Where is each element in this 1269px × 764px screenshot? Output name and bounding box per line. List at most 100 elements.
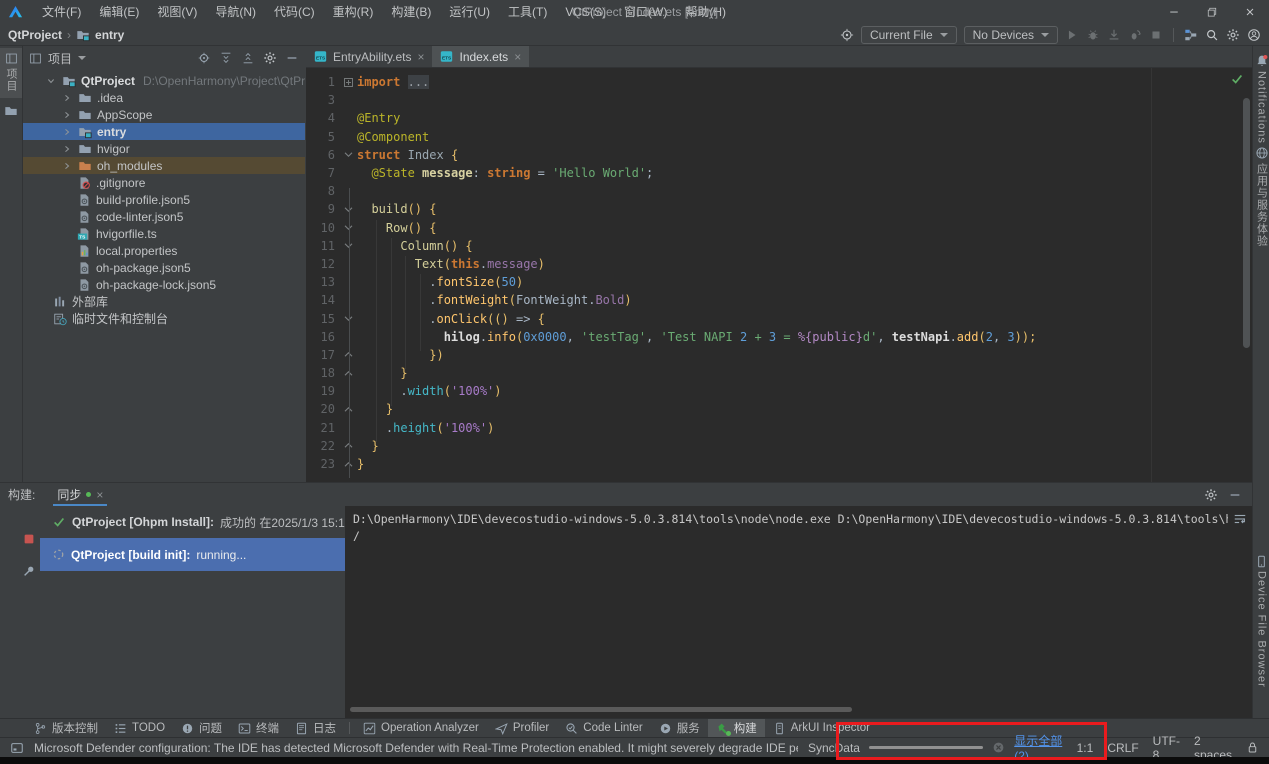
menu-item-7[interactable]: 运行(U) <box>440 0 499 24</box>
inspections-ok-icon[interactable] <box>1230 72 1244 86</box>
hide-build-panel-icon[interactable] <box>1228 488 1242 502</box>
code-line-6[interactable]: 6struct Index { <box>306 146 1252 164</box>
menu-item-2[interactable]: 视图(V) <box>148 0 206 24</box>
tool-window-button--[interactable]: 版本控制 <box>26 719 106 738</box>
settings-button[interactable] <box>1226 28 1240 42</box>
device-manager-icon[interactable] <box>840 28 854 42</box>
code-line-13[interactable]: 13 .fontSize(50) <box>306 273 1252 291</box>
chevron-right-icon[interactable] <box>61 126 73 138</box>
code-line-3[interactable]: 3 <box>306 91 1252 109</box>
code-line-15[interactable]: 15 .onClick(() => { <box>306 309 1252 327</box>
tab-close-icon[interactable]: × <box>417 51 424 63</box>
sidebar-tab-device-file-browser[interactable]: Device File Browser <box>1253 555 1269 688</box>
tool-window-button-operation-analyzer[interactable]: Operation Analyzer <box>355 719 487 738</box>
build-task-row-0[interactable]: QtProject [Ohpm Install]: 成功的 在2025/1/3 … <box>40 510 345 534</box>
code-line-16[interactable]: 16 hilog.info(0x0000, 'testTag', 'Test N… <box>306 328 1252 346</box>
menu-item-3[interactable]: 导航(N) <box>206 0 265 24</box>
tool-window-button-code-linter[interactable]: Code Linter <box>557 719 650 738</box>
tree-item-3-entry[interactable]: entry <box>23 123 305 140</box>
menu-item-0[interactable]: 文件(F) <box>33 0 90 24</box>
menu-item-5[interactable]: 重构(R) <box>324 0 383 24</box>
run-button[interactable] <box>1065 28 1079 42</box>
tree-item-9-hvigorfile.ts[interactable]: TShvigorfile.ts <box>23 225 305 242</box>
tree-item-5-ohmodules[interactable]: oh_modules <box>23 157 305 174</box>
breadcrumb-project[interactable]: QtProject <box>8 28 62 42</box>
tool-window-button--[interactable]: 终端 <box>230 719 287 738</box>
expand-all-icon[interactable] <box>219 51 233 65</box>
tab-sync[interactable]: 同步 × <box>53 483 107 506</box>
tree-item-10-local.properties[interactable]: local.properties <box>23 242 305 259</box>
tree-item-6-.gitignore[interactable]: .gitignore <box>23 174 305 191</box>
tool-window-button--[interactable]: 服务 <box>651 719 708 738</box>
close-button[interactable] <box>1231 0 1269 24</box>
menu-item-8[interactable]: 工具(T) <box>499 0 556 24</box>
tree-item-4-hvigor[interactable]: hvigor <box>23 140 305 157</box>
chevron-down-icon[interactable] <box>78 56 86 60</box>
code-line-5[interactable]: 5@Component <box>306 128 1252 146</box>
tool-window-toggle-icon[interactable] <box>10 741 24 755</box>
panel-settings-icon[interactable] <box>263 51 277 65</box>
project-structure-button[interactable] <box>1184 28 1198 42</box>
tab-close-icon[interactable]: × <box>514 51 521 63</box>
code-line-8[interactable]: 8 <box>306 182 1252 200</box>
tab-index-ets[interactable]: ETS Index.ets × <box>432 46 529 67</box>
menu-item-1[interactable]: 编辑(E) <box>90 0 148 24</box>
tool-window-button--[interactable]: 构建 <box>708 719 765 738</box>
tree-item-14-[interactable]: 临时文件和控制台 <box>23 310 305 327</box>
soft-wrap-icon[interactable] <box>1233 512 1247 526</box>
breadcrumb-module[interactable]: entry <box>95 28 124 42</box>
build-console[interactable]: D:\OpenHarmony\IDE\devecostudio-windows-… <box>345 506 1252 718</box>
line-separator[interactable]: CRLF <box>1107 741 1138 755</box>
code-line-1[interactable]: 1import ... <box>306 73 1252 91</box>
sidebar-tab-notifications[interactable]: Notifications <box>1253 54 1269 144</box>
tab-close-icon[interactable]: × <box>96 489 103 501</box>
stop-button[interactable] <box>1149 28 1163 42</box>
tree-item-1-.idea[interactable]: .idea <box>23 89 305 106</box>
tree-item-13-[interactable]: 外部库 <box>23 293 305 310</box>
code-line-22[interactable]: 22 } <box>306 437 1252 455</box>
menu-item-6[interactable]: 构建(B) <box>382 0 440 24</box>
tree-item-11-oh-package.json5[interactable]: oh-package.json5 <box>23 259 305 276</box>
favorites-folder-icon[interactable] <box>4 104 18 118</box>
code-line-7[interactable]: 7 @State message: string = 'Hello World'… <box>306 164 1252 182</box>
breadcrumb[interactable]: QtProject › entry <box>8 28 124 42</box>
tool-window-button--[interactable]: 问题 <box>173 719 230 738</box>
code-line-23[interactable]: 23} <box>306 455 1252 473</box>
debug-button[interactable] <box>1086 28 1100 42</box>
tree-item-8-code-linter.json5[interactable]: code-linter.json5 <box>23 208 305 225</box>
build-task-row-1[interactable]: QtProject [build init]: running... <box>40 538 345 571</box>
menu-item-4[interactable]: 代码(C) <box>265 0 324 24</box>
fold-marker-icon[interactable] <box>340 151 357 158</box>
sidebar-tab-project[interactable]: 项目 <box>0 48 22 98</box>
tree-item-0-qtproject[interactable]: QtProjectD:\OpenHarmony\Project\QtProjec… <box>23 72 305 89</box>
code-line-18[interactable]: 18 } <box>306 364 1252 382</box>
select-opened-file-icon[interactable] <box>197 51 211 65</box>
tree-item-2-appscope[interactable]: AppScope <box>23 106 305 123</box>
run-configuration-dropdown[interactable]: Current File <box>861 26 957 44</box>
chevron-right-icon[interactable] <box>61 109 73 121</box>
code-line-21[interactable]: 21 .height('100%') <box>306 419 1252 437</box>
chevron-down-icon[interactable] <box>45 75 57 87</box>
code-line-4[interactable]: 4@Entry <box>306 109 1252 127</box>
code-line-12[interactable]: 12 Text(this.message) <box>306 255 1252 273</box>
fold-marker-icon[interactable] <box>340 78 357 87</box>
project-panel-title[interactable]: 项目 <box>48 50 72 67</box>
code-line-10[interactable]: 10 Row() { <box>306 219 1252 237</box>
code-editor[interactable]: 1import ...34@Entry5@Component6struct In… <box>306 68 1252 482</box>
tab-entryability-ets[interactable]: ETS EntryAbility.ets × <box>306 46 432 67</box>
chevron-right-icon[interactable] <box>61 143 73 155</box>
hide-panel-icon[interactable] <box>285 51 299 65</box>
code-line-19[interactable]: 19 .width('100%') <box>306 382 1252 400</box>
code-line-20[interactable]: 20 } <box>306 400 1252 418</box>
read-only-lock-icon[interactable] <box>1246 741 1259 754</box>
chevron-right-icon[interactable] <box>61 92 73 104</box>
tool-window-button-todo[interactable]: TODO <box>106 719 173 738</box>
minimize-button[interactable] <box>1155 0 1193 24</box>
chevron-right-icon[interactable] <box>61 160 73 172</box>
tree-item-7-build-profile.json5[interactable]: build-profile.json5 <box>23 191 305 208</box>
editor-scrollbar[interactable] <box>1243 98 1250 348</box>
pin-tab-icon[interactable] <box>22 564 36 578</box>
build-settings-icon[interactable] <box>1204 488 1218 502</box>
cancel-progress-icon[interactable] <box>992 741 1005 754</box>
caret-position[interactable]: 1:1 <box>1077 741 1094 755</box>
